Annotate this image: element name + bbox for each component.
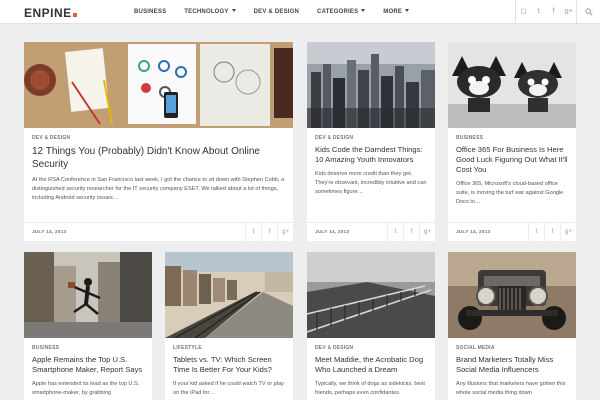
google-plus-share-icon[interactable]: g+	[560, 222, 576, 242]
article-card[interactable]: DEV & DESIGN Kids Code the Darndest Thin…	[307, 42, 435, 242]
nav-item-categories[interactable]: CATEGORIES	[308, 0, 374, 24]
article-thumbnail[interactable]	[448, 42, 576, 128]
instagram-icon[interactable]: ◻	[516, 0, 531, 24]
article-excerpt: Kids deserve more credit than they get. …	[315, 171, 427, 195]
train-tracks-image	[307, 252, 435, 338]
twitter-share-icon[interactable]: t	[528, 222, 544, 242]
nav-item-more[interactable]: MORE	[374, 0, 418, 24]
article-category[interactable]: DEV & DESIGN	[315, 135, 427, 141]
article-card[interactable]: DEV & DESIGN 12 Things You (Probably) Di…	[24, 42, 293, 242]
logo-text: ENPINE	[24, 6, 72, 20]
article-card[interactable]: BUSINESS Office 365 For Business Is Here…	[448, 42, 576, 242]
nav-label: DEV & DESIGN	[253, 9, 300, 15]
article-date: JULY 14, 2013	[32, 229, 67, 235]
article-category[interactable]: SOCIAL MEDIA	[456, 345, 568, 351]
chevron-down-icon	[405, 9, 410, 12]
desk-workspace-image	[24, 42, 293, 128]
site-logo[interactable]: ENPINE	[24, 6, 77, 20]
article-title[interactable]: Meet Maddie, the Acrobatic Dog Who Launc…	[315, 355, 427, 375]
nav-label: CATEGORIES	[317, 9, 359, 15]
article-thumbnail[interactable]	[448, 252, 576, 338]
article-excerpt: Apple has extended its lead as the top U…	[32, 381, 140, 396]
logo-accent-dot	[72, 13, 77, 17]
twitter-icon[interactable]: t	[531, 0, 546, 24]
article-card[interactable]: BUSINESS Apple Remains the Top U.S. Smar…	[24, 252, 152, 400]
twitter-share-icon[interactable]: t	[245, 222, 261, 242]
article-excerpt: At the RSA Conference in San Francisco l…	[32, 177, 285, 201]
article-thumbnail[interactable]	[307, 42, 435, 128]
article-title[interactable]: Apple Remains the Top U.S. Smartphone Ma…	[32, 355, 144, 375]
search-button[interactable]	[576, 0, 600, 24]
article-card[interactable]: LIFESTYLE Tablets vs. TV: Which Screen T…	[165, 252, 293, 400]
facebook-share-icon[interactable]: f	[403, 222, 419, 242]
article-date: JULY 14, 2013	[315, 229, 350, 235]
article-title[interactable]: Brand Marketers Totally Miss Social Medi…	[456, 355, 568, 375]
main-nav: BUSINESS TECHNOLOGY DEV & DESIGN CATEGOR…	[125, 0, 418, 24]
social-links: ◻ t f g+	[515, 0, 600, 24]
nav-item-technology[interactable]: TECHNOLOGY	[175, 0, 244, 24]
article-title[interactable]: 12 Things You (Probably) Didn't Know Abo…	[32, 145, 285, 171]
article-card[interactable]: SOCIAL MEDIA Brand Marketers Totally Mis…	[448, 252, 576, 400]
google-plus-share-icon[interactable]: g+	[419, 222, 435, 242]
article-category[interactable]: DEV & DESIGN	[32, 135, 285, 141]
article-title[interactable]: Kids Code the Darndest Things: 10 Amazin…	[315, 145, 427, 165]
article-excerpt: Office 365, Microsoft's cloud-based offi…	[456, 181, 564, 205]
site-header: ENPINE BUSINESS TECHNOLOGY DEV & DESIGN …	[0, 0, 600, 24]
city-skyline-image	[307, 42, 435, 128]
article-category[interactable]: DEV & DESIGN	[315, 345, 427, 351]
article-card[interactable]: DEV & DESIGN Meet Maddie, the Acrobatic …	[307, 252, 435, 400]
facebook-icon[interactable]: f	[546, 0, 561, 24]
chevron-down-icon	[361, 9, 366, 12]
street-jump-image	[24, 252, 152, 338]
article-title[interactable]: Tablets vs. TV: Which Screen Time Is Bet…	[173, 355, 285, 375]
nav-item-dev-design[interactable]: DEV & DESIGN	[245, 0, 308, 24]
card-footer: JULY 14, 2013 t f g+	[448, 222, 576, 242]
twitter-share-icon[interactable]: t	[387, 222, 403, 242]
search-icon	[584, 8, 593, 16]
article-excerpt: If your kid asked if he could watch TV o…	[173, 381, 284, 396]
article-date: JULY 14, 2013	[456, 229, 491, 235]
nav-item-business[interactable]: BUSINESS	[125, 0, 175, 24]
nav-label: MORE	[383, 9, 403, 15]
article-category[interactable]: LIFESTYLE	[173, 345, 285, 351]
chevron-down-icon	[231, 9, 236, 12]
railway-town-image	[165, 252, 293, 338]
facebook-share-icon[interactable]: f	[544, 222, 560, 242]
card-footer: JULY 14, 2013 t f g+	[24, 222, 293, 242]
google-plus-icon[interactable]: g+	[561, 0, 576, 24]
article-excerpt: Any illusions that marketers have gotten…	[456, 381, 566, 396]
toy-figures-image	[448, 42, 576, 128]
google-plus-share-icon[interactable]: g+	[277, 222, 293, 242]
card-footer: JULY 14, 2013 t f g+	[307, 222, 435, 242]
nav-label: TECHNOLOGY	[184, 9, 229, 15]
article-category[interactable]: BUSINESS	[456, 135, 568, 141]
article-excerpt: Typically, we think of dogs as sidekicks…	[315, 381, 425, 396]
nav-label: BUSINESS	[134, 9, 167, 15]
article-thumbnail[interactable]	[24, 252, 152, 338]
article-thumbnail[interactable]	[307, 252, 435, 338]
article-title[interactable]: Office 365 For Business Is Here Good Luc…	[456, 145, 568, 175]
facebook-share-icon[interactable]: f	[261, 222, 277, 242]
article-thumbnail[interactable]	[24, 42, 293, 128]
vintage-car-image	[448, 252, 576, 338]
article-thumbnail[interactable]	[165, 252, 293, 338]
article-category[interactable]: BUSINESS	[32, 345, 144, 351]
